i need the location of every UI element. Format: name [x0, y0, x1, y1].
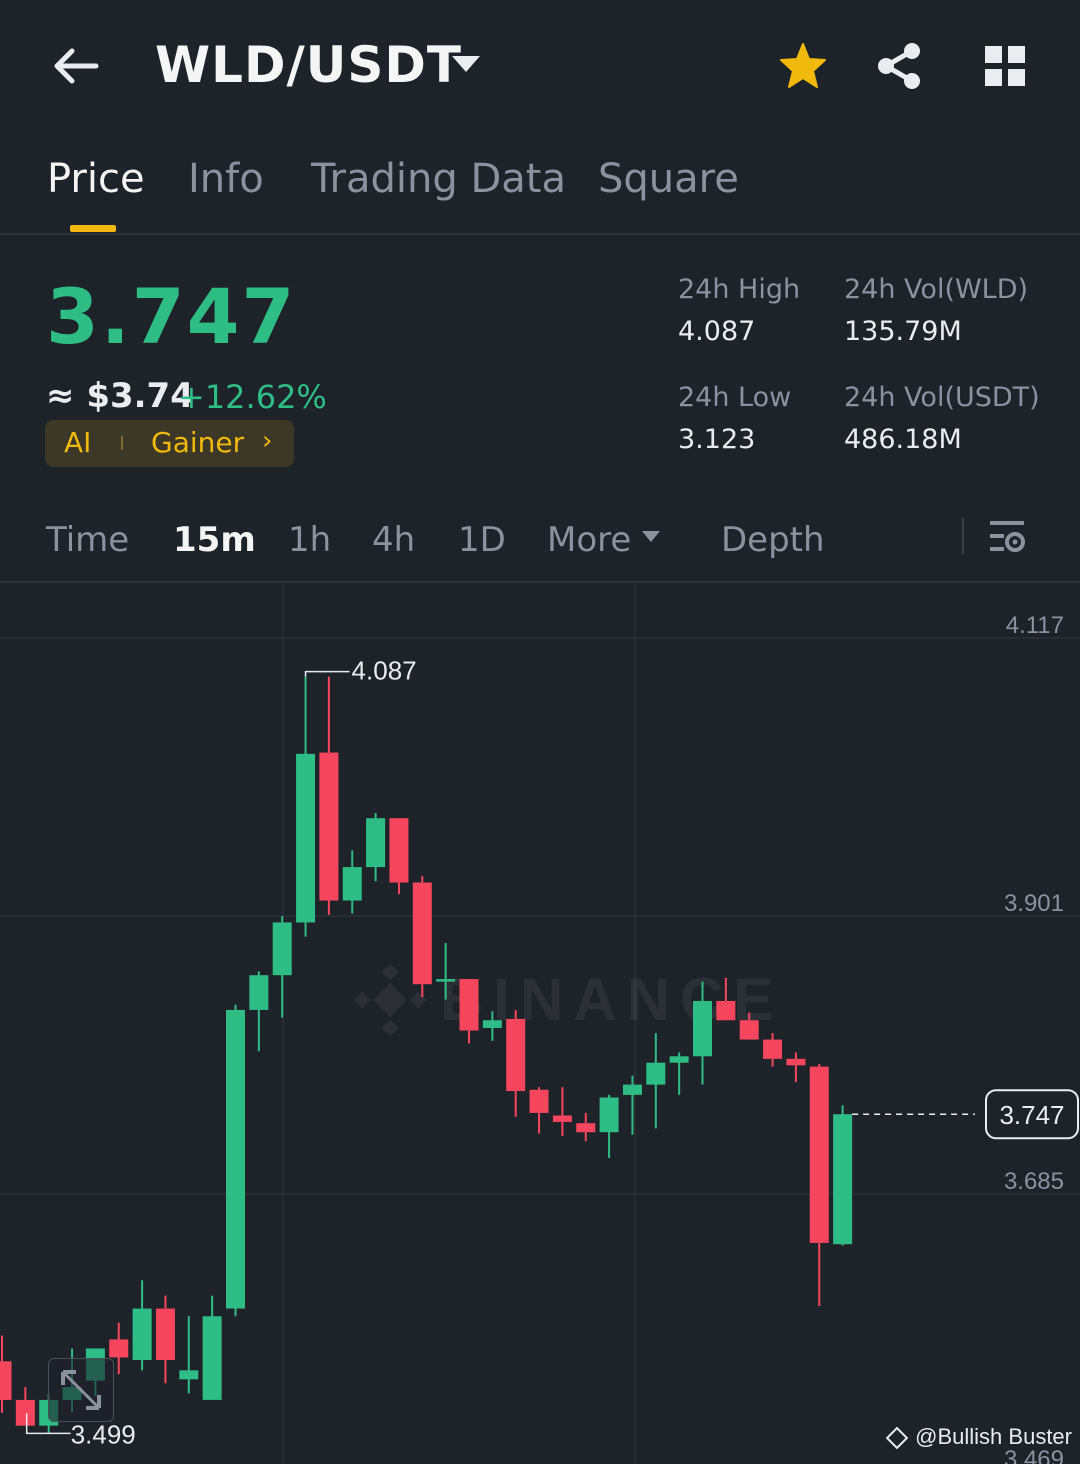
- current-price-label: 3.747: [999, 1100, 1064, 1130]
- candle-body: [412, 882, 432, 985]
- candle-body: [319, 752, 339, 901]
- back-arrow-icon[interactable]: [50, 44, 100, 88]
- interval-separator: [962, 518, 964, 554]
- chart-settings-icon[interactable]: [988, 518, 1028, 556]
- candle-body: [0, 1361, 12, 1400]
- candle-body: [249, 975, 269, 1010]
- tag-gainer-label: Gainer: [151, 426, 245, 459]
- chart-top-divider: [0, 581, 1080, 583]
- vol-base-label: 24h Vol(WLD): [844, 274, 1029, 305]
- grid-menu-icon[interactable]: [983, 44, 1027, 88]
- pair-dropdown-caret-icon[interactable]: [452, 56, 480, 72]
- candle-body: [155, 1308, 175, 1361]
- candle-body: [646, 1062, 666, 1085]
- tag-separator: [121, 436, 123, 450]
- candle-body: [459, 979, 479, 1031]
- high-label: 24h High: [678, 274, 801, 305]
- candle-body: [693, 1000, 712, 1057]
- fiat-price: ≈ $3.74: [46, 376, 194, 416]
- candle-body: [436, 979, 456, 982]
- candle-body: [109, 1339, 129, 1358]
- tab-price[interactable]: Price: [47, 156, 145, 202]
- pair-title[interactable]: WLD/USDT: [155, 36, 462, 94]
- candle-body: [622, 1084, 642, 1095]
- interval-time[interactable]: Time: [46, 520, 129, 560]
- vol-quote-label: 24h Vol(USDT): [844, 382, 1040, 413]
- min-marker-label: 3.499: [71, 1419, 136, 1449]
- tag-ai-label: AI: [64, 426, 92, 459]
- high-value: 4.087: [678, 316, 756, 347]
- more-caret-icon: [642, 531, 660, 542]
- interval-1d[interactable]: 1D: [458, 520, 506, 560]
- tabs-divider: [0, 233, 1080, 235]
- y-axis-label: 3.685: [1004, 1168, 1064, 1195]
- expand-icon: [61, 1370, 101, 1410]
- interval-more[interactable]: More: [547, 520, 631, 560]
- tab-info[interactable]: Info: [188, 156, 264, 202]
- low-label: 24h Low: [678, 382, 792, 413]
- y-axis-label: 4.117: [1006, 612, 1064, 639]
- interval-depth[interactable]: Depth: [721, 520, 825, 560]
- max-marker-label: 4.087: [352, 656, 417, 686]
- candle-body: [599, 1097, 619, 1133]
- interval-4h[interactable]: 4h: [372, 520, 415, 560]
- tab-trading-data[interactable]: Trading Data: [311, 156, 566, 202]
- active-tab-indicator: [70, 225, 116, 232]
- y-axis-label: 3.901: [1004, 890, 1064, 917]
- candle-body: [272, 922, 292, 976]
- candle-body: [132, 1308, 152, 1361]
- creator-watermark: @Bullish Buster: [885, 1424, 1072, 1450]
- candle-body: [389, 818, 409, 883]
- candle-body: [366, 818, 386, 868]
- watermark-text: @Bullish Buster: [915, 1424, 1072, 1449]
- candle-body: [833, 1114, 853, 1245]
- last-price: 3.747: [46, 272, 297, 361]
- candle-body: [296, 753, 316, 923]
- candle-body: [506, 1018, 526, 1092]
- tab-square[interactable]: Square: [598, 156, 739, 202]
- interval-1h[interactable]: 1h: [288, 520, 331, 560]
- chevron-right-icon: ›: [262, 426, 273, 456]
- share-icon[interactable]: [876, 42, 924, 90]
- candle-body: [809, 1066, 829, 1243]
- candle-body: [482, 1020, 502, 1028]
- chart-overlays: 4.087 3.499 3.747: [25, 656, 1079, 1449]
- candle-body: [552, 1115, 572, 1122]
- candle-body: [202, 1316, 222, 1400]
- candlestick-chart[interactable]: 4.1173.9013.6853.469 BINANCE 4.0873.4993…: [0, 584, 1080, 1464]
- candle-body: [739, 1020, 759, 1040]
- low-value: 3.123: [678, 424, 756, 455]
- candle-body: [669, 1056, 689, 1063]
- change-percent: +12.62%: [178, 378, 327, 416]
- candle-body: [226, 1009, 245, 1309]
- candle-body: [342, 867, 362, 901]
- expand-chart-button[interactable]: [48, 1358, 114, 1422]
- candle-body: [763, 1039, 783, 1059]
- candle-body: [786, 1058, 806, 1066]
- candle-body: [179, 1370, 199, 1380]
- vol-base-value: 135.79M: [844, 316, 962, 347]
- max-marker-line: [304, 670, 350, 677]
- candle-body: [15, 1399, 35, 1426]
- candle-body: [529, 1089, 549, 1113]
- candle-body: [576, 1123, 596, 1133]
- candles: [0, 676, 853, 1434]
- interval-15m[interactable]: 15m: [173, 520, 256, 560]
- star-icon[interactable]: [778, 42, 828, 90]
- candle-body: [716, 1000, 736, 1021]
- binance-logo-icon: [885, 1426, 909, 1450]
- vol-quote-value: 486.18M: [844, 424, 962, 455]
